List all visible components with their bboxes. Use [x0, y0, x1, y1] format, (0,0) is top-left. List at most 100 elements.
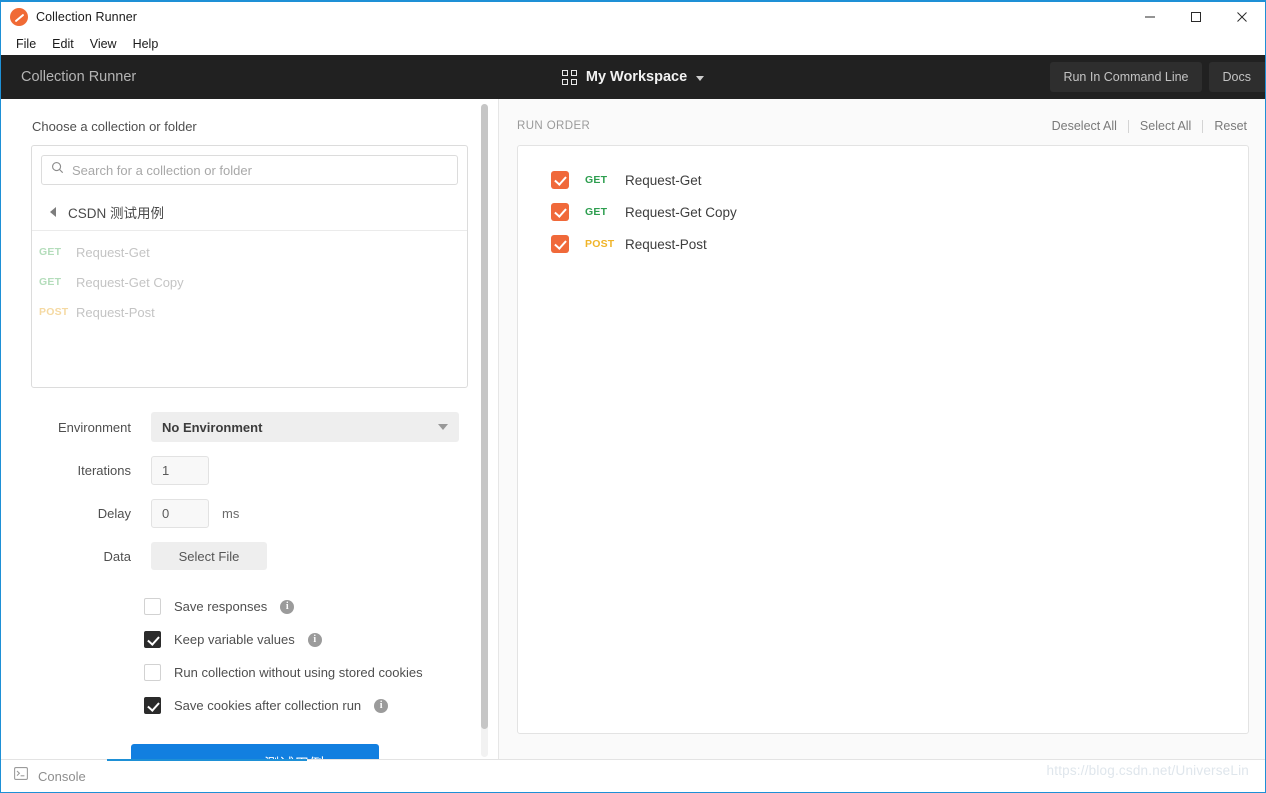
request-name: Request-Post	[625, 236, 707, 252]
option-run-without-stored-cookies[interactable]: Run collection without using stored cook…	[144, 656, 468, 689]
option-label: Run collection without using stored cook…	[174, 665, 423, 680]
checkbox[interactable]	[551, 235, 569, 253]
option-save-cookies-after-run[interactable]: Save cookies after collection run i	[144, 689, 468, 722]
right-panel: RUN ORDER Deselect All Select All Reset …	[499, 99, 1265, 759]
list-item[interactable]: GET Request-Get	[32, 237, 467, 267]
option-label: Keep variable values	[174, 632, 295, 647]
app-window: Collection Runner File Edit View Help Co…	[0, 0, 1266, 793]
window-controls	[1127, 2, 1265, 32]
search-wrap	[32, 146, 467, 193]
run-order-header: RUN ORDER Deselect All Select All Reset	[517, 118, 1249, 134]
collection-request-list: GET Request-Get GET Request-Get Copy POS…	[32, 231, 467, 327]
checkbox[interactable]	[144, 697, 161, 714]
left-panel: Choose a collection or folder CSDN 测试用例	[1, 99, 499, 759]
select-file-button[interactable]: Select File	[151, 542, 267, 570]
grid-icon	[561, 69, 577, 85]
option-keep-variable-values[interactable]: Keep variable values i	[144, 623, 468, 656]
method-label: GET	[585, 174, 608, 186]
environment-row: Environment No Environment	[31, 412, 468, 442]
active-tab-indicator	[107, 759, 307, 761]
request-name: Request-Get	[76, 244, 150, 260]
watermark: https://blog.csdn.net/UniverseLin	[1046, 763, 1249, 778]
info-icon[interactable]: i	[374, 698, 389, 713]
choose-collection-label: Choose a collection or folder	[32, 119, 197, 134]
option-save-responses[interactable]: Save responses i	[144, 590, 468, 623]
list-item[interactable]: GET Request-Get Copy	[32, 267, 467, 297]
request-name: Request-Get	[625, 172, 702, 188]
app-header: Collection Runner My Workspace Run In Co…	[1, 55, 1265, 99]
method-label: GET	[585, 206, 608, 218]
run-order-item[interactable]: GET Request-Get Copy	[518, 196, 1248, 228]
status-bar: Console https://blog.csdn.net/UniverseLi…	[1, 759, 1265, 792]
docs-button[interactable]: Docs	[1208, 62, 1265, 92]
deselect-all-button[interactable]: Deselect All	[1041, 119, 1128, 133]
run-order-title: RUN ORDER	[517, 120, 591, 132]
delay-row: Delay ms	[31, 499, 468, 528]
left-scrollbar-thumb[interactable]	[481, 104, 488, 729]
run-order-list: GET Request-Get GET Request-Get Copy POS…	[517, 145, 1249, 734]
maximize-icon[interactable]	[1173, 2, 1219, 32]
run-order-actions: Deselect All Select All Reset	[1041, 119, 1249, 133]
breadcrumb-collection-name: CSDN 测试用例	[68, 205, 165, 221]
reset-button[interactable]: Reset	[1203, 119, 1249, 133]
delay-label: Delay	[97, 506, 131, 521]
checkbox[interactable]	[144, 664, 161, 681]
console-label[interactable]: Console	[38, 769, 86, 784]
iterations-input[interactable]	[151, 456, 209, 485]
chevron-down-icon	[438, 424, 448, 430]
search-input[interactable]	[72, 162, 448, 178]
breadcrumb[interactable]: CSDN 测试用例	[32, 193, 467, 231]
checkbox[interactable]	[144, 598, 161, 615]
menu-item-help[interactable]: Help	[125, 35, 167, 53]
environment-selected-value: No Environment	[162, 419, 263, 435]
workspace-selector[interactable]: My Workspace	[561, 69, 705, 85]
run-order-item[interactable]: GET Request-Get	[518, 164, 1248, 196]
iterations-row: Iterations	[31, 456, 468, 485]
app-header-actions: Run In Command Line Docs	[1050, 55, 1265, 99]
list-item[interactable]: POST Request-Post	[32, 297, 467, 327]
close-icon[interactable]	[1219, 2, 1265, 32]
method-label: POST	[39, 306, 69, 318]
checkbox[interactable]	[551, 171, 569, 189]
console-icon	[14, 767, 28, 785]
main-body: Choose a collection or folder CSDN 测试用例	[1, 99, 1265, 759]
delay-unit-label: ms	[222, 506, 240, 521]
title-bar: Collection Runner	[1, 2, 1265, 32]
info-icon[interactable]: i	[307, 632, 322, 647]
run-in-command-line-button[interactable]: Run In Command Line	[1050, 62, 1202, 92]
select-all-button[interactable]: Select All	[1129, 119, 1202, 133]
request-name: Request-Get Copy	[76, 274, 184, 290]
minimize-icon[interactable]	[1127, 2, 1173, 32]
menu-item-edit[interactable]: Edit	[44, 35, 82, 53]
delay-input[interactable]	[151, 499, 209, 528]
environment-select[interactable]: No Environment	[151, 412, 459, 442]
search-icon	[51, 161, 64, 179]
run-options: Save responses i Keep variable values i …	[31, 590, 468, 722]
option-label: Save cookies after collection run	[174, 698, 362, 713]
left-panel-content: Choose a collection or folder CSDN 测试用例	[1, 99, 498, 759]
data-row: Data Select File	[31, 542, 468, 570]
run-settings-form: Environment No Environment Iterations De…	[31, 412, 468, 570]
checkbox[interactable]	[551, 203, 569, 221]
info-icon[interactable]: i	[280, 599, 295, 614]
window-title: Collection Runner	[36, 10, 138, 24]
run-order-item[interactable]: POST Request-Post	[518, 228, 1248, 260]
menu-item-view[interactable]: View	[82, 35, 125, 53]
option-label: Save responses	[174, 599, 268, 614]
data-label: Data	[103, 548, 131, 564]
search-box[interactable]	[41, 155, 458, 185]
postman-logo-icon	[10, 8, 28, 26]
back-triangle-icon[interactable]	[50, 206, 56, 217]
chevron-down-icon	[696, 75, 705, 81]
menu-bar: File Edit View Help	[1, 32, 1265, 55]
run-collection-button[interactable]: Run CSDN 测试用例	[131, 744, 379, 759]
request-name: Request-Post	[76, 304, 155, 320]
menu-item-file[interactable]: File	[8, 35, 44, 53]
checkbox[interactable]	[144, 631, 161, 648]
workspace-name: My Workspace	[585, 69, 688, 85]
environment-label: Environment	[58, 419, 131, 435]
collection-picker: CSDN 测试用例 GET Request-Get GET Request-Ge…	[31, 145, 468, 388]
request-name: Request-Get Copy	[625, 204, 737, 220]
method-label: GET	[39, 246, 62, 258]
run-button-wrap: Run CSDN 测试用例	[31, 744, 468, 759]
